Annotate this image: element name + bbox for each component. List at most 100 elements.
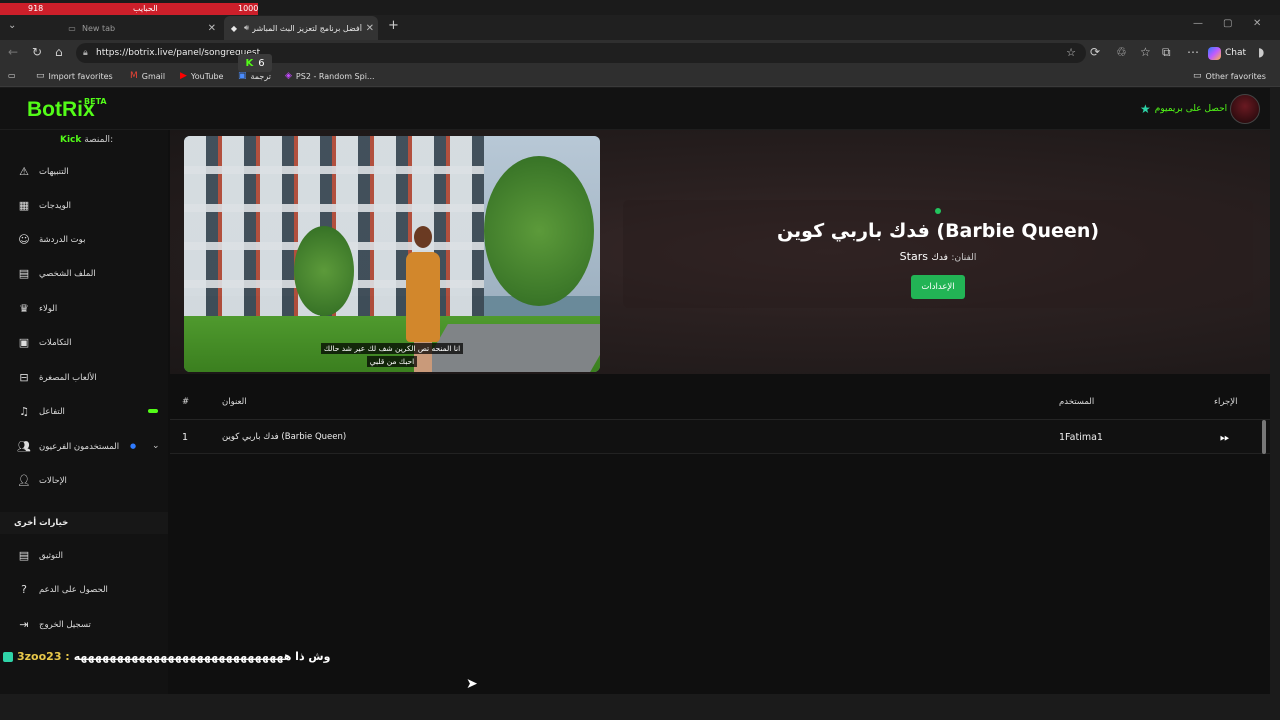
user-avatar[interactable] [1230,94,1260,124]
blue-dot-icon: ● [130,442,137,450]
tab-new-tab[interactable]: ▭ New tab ✕ [62,16,220,40]
lock-icon[interactable]: 🔒︎ [83,43,88,63]
gmail-icon: M [130,71,138,81]
dancer-head [414,226,432,248]
ps2-icon: ◈ [285,71,292,81]
copilot-chat-button[interactable]: Chat [1208,44,1246,62]
maximize-icon[interactable]: ▢ [1223,18,1232,29]
tab-actions-icon[interactable]: ⌄ [8,20,16,31]
column-title: العنوان [222,397,247,407]
back-icon[interactable]: ← [8,45,18,59]
video-tree [484,156,594,306]
bookmark-translate[interactable]: ▣ ترجمة [238,71,271,81]
robot-icon: ☺ [18,233,30,246]
chat-badge-icon [3,651,13,662]
sidebar-item-support[interactable]: ? الحصول على الدعم [0,580,168,602]
address-bar[interactable]: 🔒︎ https://botrix.live/panel/songrequest… [76,43,1086,63]
dancer-dress [406,252,440,342]
performance-icon[interactable]: ♲ [1116,45,1127,59]
id-card-icon: ▤ [18,267,30,280]
column-action: الإجراء [1214,397,1238,407]
page-icon: ▭ [68,23,76,33]
sidebar-item-logout[interactable]: ⇥ تسجيل الخروج [0,615,168,637]
sidebar-item-minigames[interactable]: ⊟ الألعاب المصغرة [0,368,168,390]
collections-icon[interactable]: ⧉ [1162,45,1171,60]
botrix-page: BotRix BETA ★ احصل على بريميوم Kick المن… [0,88,1270,694]
platform-indicator: Kick المنصة: [60,135,113,145]
video-subtitle-line2: احبك من قلبي [184,356,600,367]
get-premium-link[interactable]: ★ احصل على بريميوم [1140,102,1227,116]
minimize-icon[interactable]: — [1193,18,1203,29]
bookmark-youtube[interactable]: ▶ YouTube [180,71,223,81]
app-root: 918 الحبايب 1000 ⌄ ▭ New tab ✕ ◆ 🔊︎ أفضل… [0,0,1280,720]
sidebar-item-alerts[interactable]: ⚠ التنبيهات [0,162,168,184]
new-tab-button[interactable]: + [388,18,399,33]
chat-message: وش ذا هههههههههههههههههههههههههههههه [73,650,331,663]
skip-forward-icon[interactable]: ⏩︎ [1220,430,1230,445]
platform-value: Kick [60,135,82,145]
favorites-icon[interactable]: ☆ [1140,45,1151,59]
artist-value: فدك [931,253,948,263]
column-index: # [182,397,190,407]
sidebar-item-loyalty[interactable]: ♛ الولاء [0,299,168,321]
platform-label: المنصة: [84,135,114,145]
reading-icon[interactable]: ▭ [8,71,16,80]
tab-label: New tab [82,23,116,33]
song-title: فدك باربي كوين (Barbie Queen) [776,220,1100,242]
window-close-icon[interactable]: ✕ [1253,18,1261,29]
close-icon[interactable]: ✕ [366,23,374,34]
sidebar-item-docs[interactable]: ▤ التوثيق [0,546,168,568]
stream-overlay-bar: 918 الحبايب 1000 [0,3,258,15]
sidebar-item-integrations[interactable]: ▣ التكاملات [0,333,168,355]
song-queue-table: # العنوان المستخدم الإجراء 1 فدك باربي ك… [170,384,1270,694]
extension-icon[interactable]: ⟳ [1090,45,1100,59]
column-user: المستخدم [1059,397,1095,407]
botrix-icon: ◆ [230,23,238,33]
new-badge [148,409,158,413]
folder-icon: ▭ [36,71,45,81]
mouse-cursor-icon: ➤ [466,676,478,692]
row-user: 1Fatima1 [1059,432,1103,443]
sidebar-item-subusers[interactable]: 👥︎ المستخدمون الفرعيون ● ⌄ [0,437,168,459]
kick-viewer-badge: K 6 [238,54,272,72]
row-index: 1 [182,432,189,443]
sidebar-toggle-icon[interactable]: ◗ [1258,45,1264,59]
table-row[interactable]: 1 فدك باربي كوين (Barbie Queen) 1Fatima1… [170,420,1270,454]
now-playing-card: فدك باربي كوين (Barbie Queen) Stars الفن… [623,200,1253,308]
bottom-strip [0,696,1280,720]
copilot-icon [1208,46,1221,60]
more-icon[interactable]: ⋯ [1187,45,1199,59]
music-icon: ♫ [19,405,29,418]
refresh-icon[interactable]: ↻ [32,45,42,59]
video-player[interactable]: انا المنحه تص الكرين شف لك عير شد حالك ا… [184,136,600,372]
home-icon[interactable]: ⌂ [55,45,63,59]
sidebar-item-referrals[interactable]: 👤︎ الإحالات [0,471,168,493]
bookmark-gmail[interactable]: M Gmail [130,71,165,81]
sidebar: Kick المنصة: ⚠ التنبيهات ▦ الويدجات ☺ بوت ا… [0,130,168,694]
speaker-icon[interactable]: 🔊︎ [244,23,249,33]
integrations-icon: ▣ [18,336,30,349]
sidebar-item-chatbot[interactable]: ☺ بوت الدردشة [0,230,168,252]
subtitle-text: انا المنحه تص الكرين شف لك عير شد حالك [320,343,464,354]
chat-label: Chat [1225,48,1247,58]
settings-button[interactable]: الإعدادات [911,275,965,299]
subtitle-text: احبك من قلبي [366,356,418,367]
docs-icon: ▤ [18,549,30,562]
bookmark-ps2[interactable]: ◈ PS2 - Random Spi... [285,71,375,81]
artist-extra: Stars [899,250,928,263]
tab-botrix[interactable]: ◆ 🔊︎ أفضل برنامج لتعزيز البث المباشر ✕ [224,16,378,40]
sidebar-item-interaction[interactable]: ♫ التفاعل [0,402,168,424]
browser-toolbar: ← ↻ ⌂ 🔒︎ https://botrix.live/panel/songr… [0,40,1280,66]
favorite-star-icon[interactable]: ☆ [1066,43,1076,63]
sidebar-item-widgets[interactable]: ▦ الويدجات [0,196,168,218]
overlay-left-count: 918 [28,4,44,13]
close-icon[interactable]: ✕ [208,23,216,34]
kick-count: 6 [258,57,265,69]
bookmark-import-favorites[interactable]: ▭ Import favorites [36,71,113,81]
sidebar-item-profile[interactable]: ▤ الملف الشخصي [0,264,168,286]
bookmark-other-favorites[interactable]: ▭ Other favorites [1193,71,1266,81]
stream-chat-overlay: 3zoo23 : وش ذا ههههههههههههههههههههههههه… [3,650,330,663]
table-scrollbar[interactable] [1262,420,1266,454]
referrals-icon: 👤︎ [17,474,31,487]
chevron-down-icon[interactable]: ⌄ [152,441,160,451]
